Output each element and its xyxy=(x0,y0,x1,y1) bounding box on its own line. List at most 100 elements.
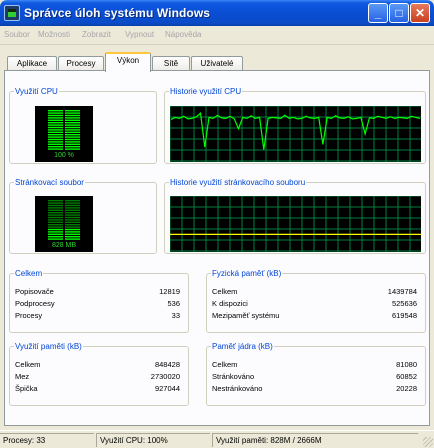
status-cpu: Využití CPU: 100% xyxy=(96,433,210,447)
cpu-meter-bars xyxy=(48,110,80,150)
cpu-meter-segment xyxy=(48,126,63,129)
pagefile-usage-label: Stránkovací soubor xyxy=(14,178,85,187)
cpu-meter-segment xyxy=(65,112,80,114)
pagefile-meter-segment xyxy=(65,236,80,238)
pagefile-meter-segment xyxy=(48,238,63,240)
pagefile-usage-group: Stránkovací soubor 828 MB xyxy=(9,178,157,254)
pagefile-meter-segment xyxy=(48,212,63,214)
cpu-meter-segment xyxy=(48,143,63,145)
status-memory: Využití paměti: 828M / 2666M xyxy=(212,433,418,447)
pagefile-history-label: Historie využití stránkovacího souboru xyxy=(169,178,307,187)
cpu-history-graph xyxy=(170,106,421,162)
pagefile-meter-bars xyxy=(48,200,80,240)
menu-vypnout[interactable]: Vypnout xyxy=(125,30,154,39)
pagefile-history-graph xyxy=(170,196,421,252)
pagefile-meter-segment xyxy=(48,207,63,209)
tab-procesy[interactable]: Procesy xyxy=(58,56,104,71)
cpu-history-chart xyxy=(170,106,421,162)
commit-peak-label: Špička xyxy=(15,384,38,393)
menu-bar: Soubor Možnosti Zobrazit Vypnout Nápověd… xyxy=(0,26,434,45)
totals-label: Celkem xyxy=(14,269,44,278)
tab-vykon[interactable]: Výkon xyxy=(105,52,151,72)
cpu-meter-segment xyxy=(65,122,80,124)
pagefile-meter-segment xyxy=(65,209,80,211)
kernel-memory-label: Paměť jádra (kB) xyxy=(211,342,274,351)
threads-value: 536 xyxy=(167,299,180,308)
physical-available-value: 525636 xyxy=(391,299,417,308)
pagefile-meter-segment xyxy=(48,216,63,219)
kernel-paged-value: 60852 xyxy=(396,372,417,381)
cpu-meter-segment xyxy=(65,138,80,141)
pagefile-meter-segment xyxy=(65,204,80,207)
cpu-meter-segment xyxy=(48,110,63,112)
cpu-usage-group: Využití CPU 100 % xyxy=(9,87,157,164)
cpu-meter-segment xyxy=(48,114,63,117)
pagefile-meter-segment xyxy=(48,221,63,223)
cpu-meter-segment xyxy=(48,131,63,133)
cpu-usage-label: Využití CPU xyxy=(14,87,59,96)
cpu-meter-segment xyxy=(48,124,63,126)
minimize-button[interactable]: _ xyxy=(368,3,388,23)
pagefile-meter-segment xyxy=(48,214,63,216)
menu-napoveda[interactable]: Nápověda xyxy=(165,30,201,39)
menu-soubor[interactable]: Soubor xyxy=(4,30,30,39)
system-cache-label: Mezipaměť systému xyxy=(212,311,280,320)
totals-group: Celkem Popisovače 12819 Podprocesy 536 P… xyxy=(9,269,189,333)
pagefile-meter-segment xyxy=(65,228,80,231)
tab-site[interactable]: Sítě xyxy=(152,56,190,71)
pagefile-meter-segment xyxy=(65,207,80,209)
status-processes: Procesy: 33 xyxy=(0,433,94,447)
pagefile-meter-segment xyxy=(65,221,80,223)
kernel-nonpaged-label: Nestránkováno xyxy=(212,384,263,393)
cpu-meter-segment xyxy=(65,136,80,138)
menu-zobrazit[interactable]: Zobrazit xyxy=(82,30,111,39)
pagefile-meter-segment xyxy=(48,226,63,228)
pagefile-meter-segment xyxy=(65,216,80,219)
processes-value: 33 xyxy=(171,311,180,320)
cpu-meter-segment xyxy=(65,148,80,150)
pagefile-meter-segment xyxy=(48,236,63,238)
cpu-meter-segment xyxy=(65,141,80,143)
cpu-meter-segment xyxy=(65,114,80,117)
pagefile-meter-segment xyxy=(48,202,63,204)
kernel-total-value: 81080 xyxy=(396,360,417,369)
commit-total-label: Celkem xyxy=(15,360,41,369)
commit-charge-label: Využití paměti (kB) xyxy=(14,342,83,351)
cpu-history-label: Historie využití CPU xyxy=(169,87,243,96)
commit-peak-value: 927044 xyxy=(154,384,180,393)
cpu-meter-segment xyxy=(48,117,63,119)
cpu-meter-segment xyxy=(65,131,80,133)
system-cache-value: 619548 xyxy=(391,311,417,320)
cpu-meter-segment xyxy=(65,126,80,129)
cpu-history-group: Historie využití CPU xyxy=(164,87,426,164)
maximize-button[interactable]: □ xyxy=(389,3,409,23)
tab-strip: Aplikace Procesy Výkon Sítě Uživatelé xyxy=(0,51,434,72)
handles-value: 12819 xyxy=(159,287,180,296)
commit-total-value: 848428 xyxy=(154,360,180,369)
pagefile-meter-segment xyxy=(65,224,80,226)
pagefile-usage-meter: 828 MB xyxy=(35,196,93,252)
tab-uzivatele[interactable]: Uživatelé xyxy=(191,56,243,71)
pagefile-meter-segment xyxy=(65,202,80,204)
title-bar[interactable]: Správce úloh systému Windows _ □ ✕ xyxy=(0,0,434,26)
pagefile-history-chart xyxy=(170,196,421,252)
cpu-meter-segment xyxy=(65,110,80,112)
cpu-meter-segment xyxy=(48,146,63,148)
pagefile-meter-segment xyxy=(48,228,63,231)
cpu-meter-segment xyxy=(48,129,63,131)
pagefile-meter-segment xyxy=(65,226,80,228)
pagefile-meter-segment xyxy=(48,233,63,235)
resize-grip[interactable] xyxy=(423,437,433,447)
cpu-meter-segment xyxy=(65,134,80,136)
close-button[interactable]: ✕ xyxy=(410,3,430,23)
physical-available-label: K dispozici xyxy=(212,299,248,308)
cpu-meter-segment xyxy=(48,148,63,150)
task-manager-icon xyxy=(4,5,20,21)
menu-moznosti[interactable]: Možnosti xyxy=(38,30,70,39)
tab-aplikace[interactable]: Aplikace xyxy=(7,56,57,71)
pagefile-meter-segment xyxy=(48,224,63,226)
pagefile-meter-segment xyxy=(48,219,63,221)
pagefile-meter-segment xyxy=(65,233,80,235)
cpu-meter-segment xyxy=(48,134,63,136)
cpu-meter-segment xyxy=(48,136,63,138)
